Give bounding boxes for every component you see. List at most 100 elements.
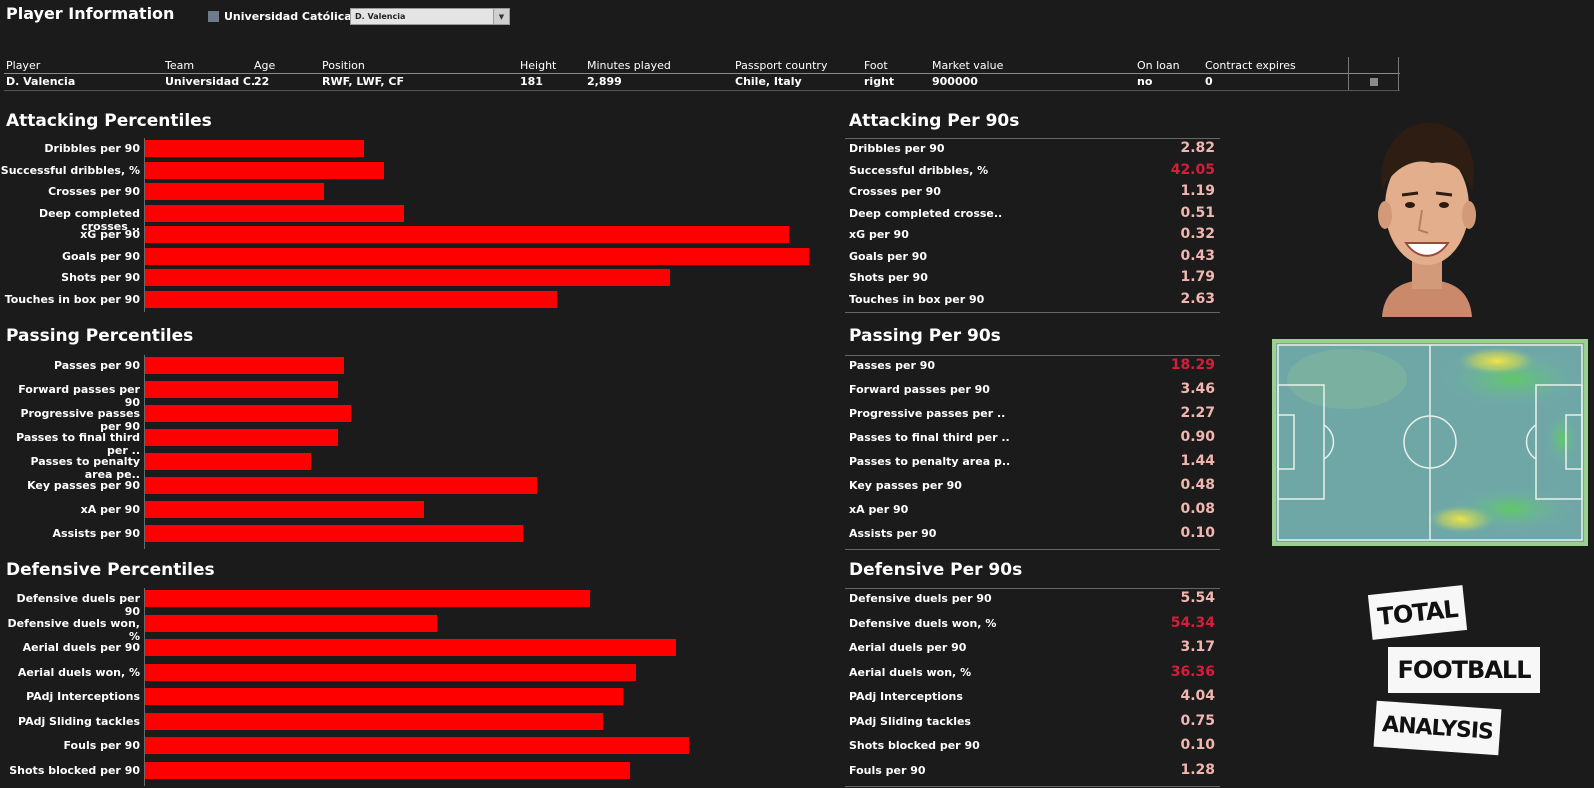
percentile-bar[interactable] — [145, 290, 557, 308]
per90-value: 3.46 — [1180, 381, 1215, 397]
per90-value: 1.19 — [1180, 183, 1215, 199]
percentile-bar[interactable] — [145, 525, 523, 542]
info-header: Age — [254, 59, 276, 72]
percentile-bar[interactable] — [145, 247, 809, 265]
info-header: Minutes played — [587, 59, 671, 72]
total-football-analysis-logo: TOTAL FOOTBALL ANALYSIS — [1367, 585, 1540, 763]
info-header: Passport country — [735, 59, 828, 72]
percentile-bar[interactable] — [145, 477, 537, 494]
percentile-label: Fouls per 90 — [63, 739, 140, 752]
per90-label: Shots per 90 — [849, 271, 928, 284]
percentile-label: Defensive duels per 90 — [16, 592, 140, 618]
per90-value: 0.10 — [1180, 525, 1215, 541]
percentile-label: Passes to penalty area pe.. — [30, 455, 140, 481]
info-header: Foot — [864, 59, 888, 72]
per90-value: 0.10 — [1180, 737, 1215, 753]
per90-value: 0.08 — [1180, 501, 1215, 517]
per90-label: Defensive duels won, % — [849, 616, 997, 630]
percentile-bar[interactable] — [145, 663, 636, 681]
percentile-bar[interactable] — [145, 140, 364, 157]
info-value: no — [1137, 75, 1153, 88]
per90-label: Passes to penalty area p.. — [849, 455, 1011, 468]
percentile-label: PAdj Sliding tackles — [18, 714, 140, 728]
percentile-bar[interactable] — [145, 614, 437, 632]
per90-label: Crosses per 90 — [849, 185, 941, 198]
percentile-bar[interactable] — [145, 405, 351, 422]
heatmap-pitch — [1272, 339, 1588, 546]
per90-value: 0.48 — [1180, 477, 1215, 493]
percentile-bar[interactable] — [145, 269, 670, 286]
percentile-bar[interactable] — [145, 688, 623, 705]
per90-label: xG per 90 — [849, 228, 909, 241]
per90-label: xA per 90 — [849, 503, 909, 516]
percentile-label: Aerial duels per 90 — [22, 641, 140, 654]
percentile-bar[interactable] — [145, 761, 630, 779]
per90-value: 5.54 — [1180, 590, 1215, 606]
per90-top-divider — [845, 355, 1220, 356]
info-header: On loan — [1137, 59, 1180, 72]
per90-value: 3.17 — [1180, 639, 1215, 655]
percentile-bar[interactable] — [145, 590, 590, 607]
per90-bottom-divider — [845, 786, 1220, 787]
per90-bottom-divider — [845, 312, 1220, 313]
percentile-label: Aerial duels won, % — [17, 665, 140, 679]
percentile-bar[interactable] — [145, 712, 603, 730]
percentile-bar[interactable] — [145, 501, 424, 518]
per90-label: Defensive duels per 90 — [849, 592, 992, 605]
per90-label: Goals per 90 — [849, 249, 928, 263]
team-filter-legend[interactable]: Universidad Católica — [208, 10, 352, 23]
per90-label: Assists per 90 — [849, 527, 937, 540]
info-value: RWF, LWF, CF — [322, 75, 404, 88]
percentile-label: Passes to final third per .. — [16, 431, 140, 457]
percentile-label: Shots per 90 — [61, 271, 140, 284]
percentile-bar[interactable] — [145, 381, 338, 398]
per90-top-divider — [845, 138, 1220, 139]
per90-label: Touches in box per 90 — [849, 292, 985, 306]
percentile-bar[interactable] — [145, 357, 344, 374]
per90-value: 2.27 — [1180, 405, 1215, 421]
percentile-label: Dribbles per 90 — [44, 142, 140, 155]
per90-label: Deep completed crosse.. — [849, 206, 1003, 220]
per90-label: Aerial duels per 90 — [849, 641, 967, 654]
info-value: 181 — [520, 75, 543, 88]
info-header: Contract expires — [1205, 59, 1296, 72]
percentile-bar[interactable] — [145, 639, 676, 656]
info-value: 2,899 — [587, 75, 622, 88]
percentile-bar[interactable] — [145, 453, 311, 470]
per90-value: 18.29 — [1170, 357, 1215, 373]
percentile-label: Crosses per 90 — [48, 185, 140, 198]
info-value: D. Valencia — [6, 75, 76, 88]
percentile-label: Key passes per 90 — [27, 479, 140, 492]
percentile-bar[interactable] — [145, 161, 384, 179]
per90-label: Passes per 90 — [849, 359, 936, 372]
per90-value: 0.32 — [1180, 226, 1215, 242]
info-value: 0 — [1205, 75, 1213, 88]
per90-value: 36.36 — [1170, 663, 1215, 680]
per90-value: 54.34 — [1170, 614, 1215, 631]
percentile-label: Shots blocked per 90 — [9, 763, 140, 777]
per90-value: 1.28 — [1180, 761, 1215, 778]
page-title: Player Information — [6, 4, 175, 23]
per90-value: 0.90 — [1180, 429, 1215, 445]
per90-label: Successful dribbles, % — [849, 163, 989, 177]
per90-label: Fouls per 90 — [849, 763, 926, 777]
percentile-bar[interactable] — [145, 226, 789, 243]
per90-label: Key passes per 90 — [849, 479, 962, 492]
per90-title-passing: Passing Per 90s — [849, 326, 1001, 346]
per90-value: 0.51 — [1180, 204, 1215, 221]
percentile-bar[interactable] — [145, 737, 689, 754]
chevron-down-icon[interactable]: ▼ — [493, 9, 509, 24]
percentile-bar[interactable] — [145, 429, 338, 446]
player-select-dropdown[interactable]: D. Valencia ▼ — [350, 8, 510, 25]
per90-value: 0.75 — [1180, 712, 1215, 729]
section-title-passing: Passing Percentiles — [6, 326, 194, 346]
info-value: Universidad C.. — [165, 75, 260, 88]
row-select-marker[interactable] — [1370, 78, 1378, 86]
per90-value: 2.82 — [1180, 140, 1215, 156]
per90-label: PAdj Sliding tackles — [849, 714, 971, 728]
per90-value: 4.04 — [1180, 688, 1215, 704]
percentile-bar[interactable] — [145, 204, 404, 222]
percentile-bar[interactable] — [145, 183, 324, 200]
info-header: Market value — [932, 59, 1004, 72]
player-select-value: D. Valencia — [355, 12, 406, 21]
